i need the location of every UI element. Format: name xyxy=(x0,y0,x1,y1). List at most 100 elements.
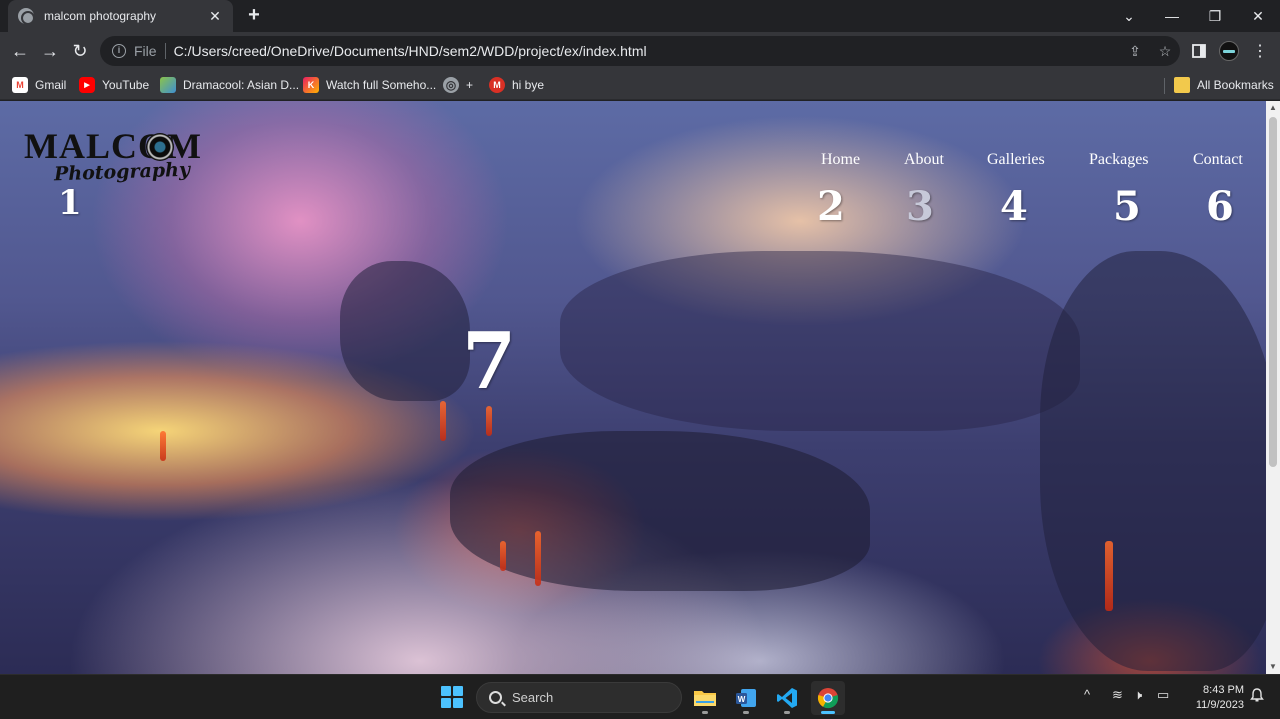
wifi-icon[interactable]: ≋ xyxy=(1112,687,1123,703)
bookmarks-divider xyxy=(1164,78,1165,94)
folder-icon xyxy=(1174,77,1190,93)
bookmark-dramacool[interactable]: Dramacool: Asian D... xyxy=(160,76,299,94)
bookmark-label: Dramacool: Asian D... xyxy=(183,78,300,92)
lava-flow xyxy=(160,431,166,461)
vscode-icon xyxy=(777,688,797,708)
search-icon xyxy=(489,691,502,704)
lava-flow xyxy=(486,406,492,436)
cliff-rock xyxy=(340,261,470,401)
app-active-indicator xyxy=(821,711,835,714)
scroll-down-arrow-icon[interactable]: ▼ xyxy=(1266,660,1280,674)
profile-avatar[interactable] xyxy=(1219,41,1239,61)
tab-title: malcom photography xyxy=(44,9,157,23)
bookmark-gmail[interactable]: M Gmail xyxy=(12,76,66,94)
svg-text:W: W xyxy=(738,695,746,704)
menu-kebab-icon[interactable]: ⋮ xyxy=(1250,41,1270,61)
restore-button[interactable]: ❐ xyxy=(1193,0,1237,32)
word-icon: W xyxy=(736,689,756,707)
close-tab-icon[interactable]: ✕ xyxy=(207,8,223,25)
nav-contact[interactable]: Contact xyxy=(1193,151,1243,169)
all-bookmarks-label: All Bookmarks xyxy=(1197,78,1274,92)
scroll-up-arrow-icon[interactable]: ▲ xyxy=(1266,101,1280,115)
taskbar: Search W ^ ≋ 🕨 ▭ 8:43 PM 11/9/2023 xyxy=(0,674,1280,719)
search-label: Search xyxy=(512,690,554,705)
bookmark-plus[interactable]: ◎ + xyxy=(443,76,473,94)
mountain-ridge xyxy=(560,251,1080,431)
page-scrollbar[interactable]: ▲ ▼ xyxy=(1266,101,1280,674)
lava-flow xyxy=(500,541,506,571)
taskbar-search[interactable]: Search xyxy=(476,682,682,713)
taskbar-clock[interactable]: 8:43 PM 11/9/2023 xyxy=(1184,683,1244,713)
right-cliff xyxy=(1040,251,1266,671)
marker-3: 3 xyxy=(906,183,934,230)
tab-search-dropdown-icon[interactable]: ⌄ xyxy=(1107,0,1151,32)
nav-packages[interactable]: Packages xyxy=(1089,151,1149,169)
windows-start-icon[interactable] xyxy=(441,686,463,708)
vscode-app[interactable] xyxy=(770,681,804,715)
marker-7: 7 xyxy=(462,316,517,407)
new-tab-button[interactable]: + xyxy=(243,4,265,26)
bookmark-watch-full[interactable]: K Watch full Someho... xyxy=(303,76,436,94)
scheme-label: File xyxy=(134,43,157,59)
notification-bell-icon[interactable] xyxy=(1250,688,1264,705)
back-button[interactable]: ← xyxy=(8,39,32,63)
all-bookmarks[interactable]: All Bookmarks xyxy=(1174,76,1274,94)
share-icon[interactable]: ⇪ xyxy=(1120,43,1150,60)
bookmark-label: + xyxy=(466,78,474,92)
lava-flow xyxy=(1105,541,1113,611)
lava-flow xyxy=(535,531,541,586)
file-explorer-app[interactable] xyxy=(688,681,722,715)
nav-home[interactable]: Home xyxy=(821,151,860,169)
close-window-button[interactable]: ✕ xyxy=(1236,0,1280,32)
bookmark-youtube[interactable]: ▶ YouTube xyxy=(79,76,149,94)
chrome-app[interactable] xyxy=(811,681,845,715)
marker-4: 4 xyxy=(1000,183,1028,230)
volume-icon[interactable]: 🕨 xyxy=(1134,687,1142,703)
youtube-icon: ▶ xyxy=(79,77,95,93)
address-bar[interactable]: i File C:/Users/creed/OneDrive/Documents… xyxy=(100,36,1180,66)
nav-about[interactable]: About xyxy=(904,151,944,169)
dramacool-icon xyxy=(160,77,176,93)
site-logo[interactable]: MALCOM Photography xyxy=(24,127,214,187)
omnibox-divider xyxy=(164,43,166,59)
marker-5: 5 xyxy=(1113,183,1141,230)
globe-favicon-icon xyxy=(18,8,35,25)
url-text[interactable]: C:/Users/creed/OneDrive/Documents/HND/se… xyxy=(174,43,1120,59)
clock-time: 8:43 PM xyxy=(1203,684,1244,696)
gmail-icon: M xyxy=(12,77,28,93)
scroll-thumb[interactable] xyxy=(1269,117,1277,467)
page-viewport: MALCOM Photography Home About Galleries … xyxy=(0,101,1266,674)
bookmark-star-icon[interactable]: ☆ xyxy=(1150,43,1180,60)
watch-icon: K xyxy=(303,77,319,93)
nav-galleries[interactable]: Galleries xyxy=(987,151,1045,169)
battery-icon[interactable]: ▭ xyxy=(1157,687,1169,703)
marker-6: 6 xyxy=(1206,183,1234,230)
mail-m-icon: M xyxy=(489,77,505,93)
browser-tab[interactable]: malcom photography ✕ xyxy=(8,0,233,32)
app-running-indicator xyxy=(784,711,790,714)
reload-button[interactable]: ↻ xyxy=(68,39,92,63)
lava-flow xyxy=(440,401,446,441)
start-tile xyxy=(453,698,463,708)
globe-icon: ◎ xyxy=(443,77,459,93)
side-panel-icon[interactable] xyxy=(1189,41,1209,61)
start-tile xyxy=(441,686,451,696)
forward-button[interactable]: → xyxy=(38,39,62,63)
tab-strip: malcom photography ✕ + ⌄ — ❐ ✕ xyxy=(0,0,1280,32)
camera-lens-icon xyxy=(146,133,174,161)
word-app[interactable]: W xyxy=(729,681,763,715)
clock-date: 11/9/2023 xyxy=(1195,699,1244,711)
minimize-button[interactable]: — xyxy=(1150,0,1194,32)
site-info-icon[interactable]: i xyxy=(112,44,126,58)
start-tile xyxy=(453,686,463,696)
bookmark-label: hi bye xyxy=(512,78,545,92)
app-running-indicator xyxy=(743,711,749,714)
bookmark-label: Watch full Someho... xyxy=(326,78,437,92)
bookmark-hi-bye[interactable]: M hi bye xyxy=(489,76,544,94)
tray-chevron-icon[interactable]: ^ xyxy=(1084,687,1090,702)
browser-toolbar: ← → ↻ i File C:/Users/creed/OneDrive/Doc… xyxy=(0,32,1280,70)
start-tile xyxy=(441,698,451,708)
marker-2: 2 xyxy=(817,183,845,230)
bookmark-label: YouTube xyxy=(102,78,150,92)
bookmark-label: Gmail xyxy=(35,78,67,92)
